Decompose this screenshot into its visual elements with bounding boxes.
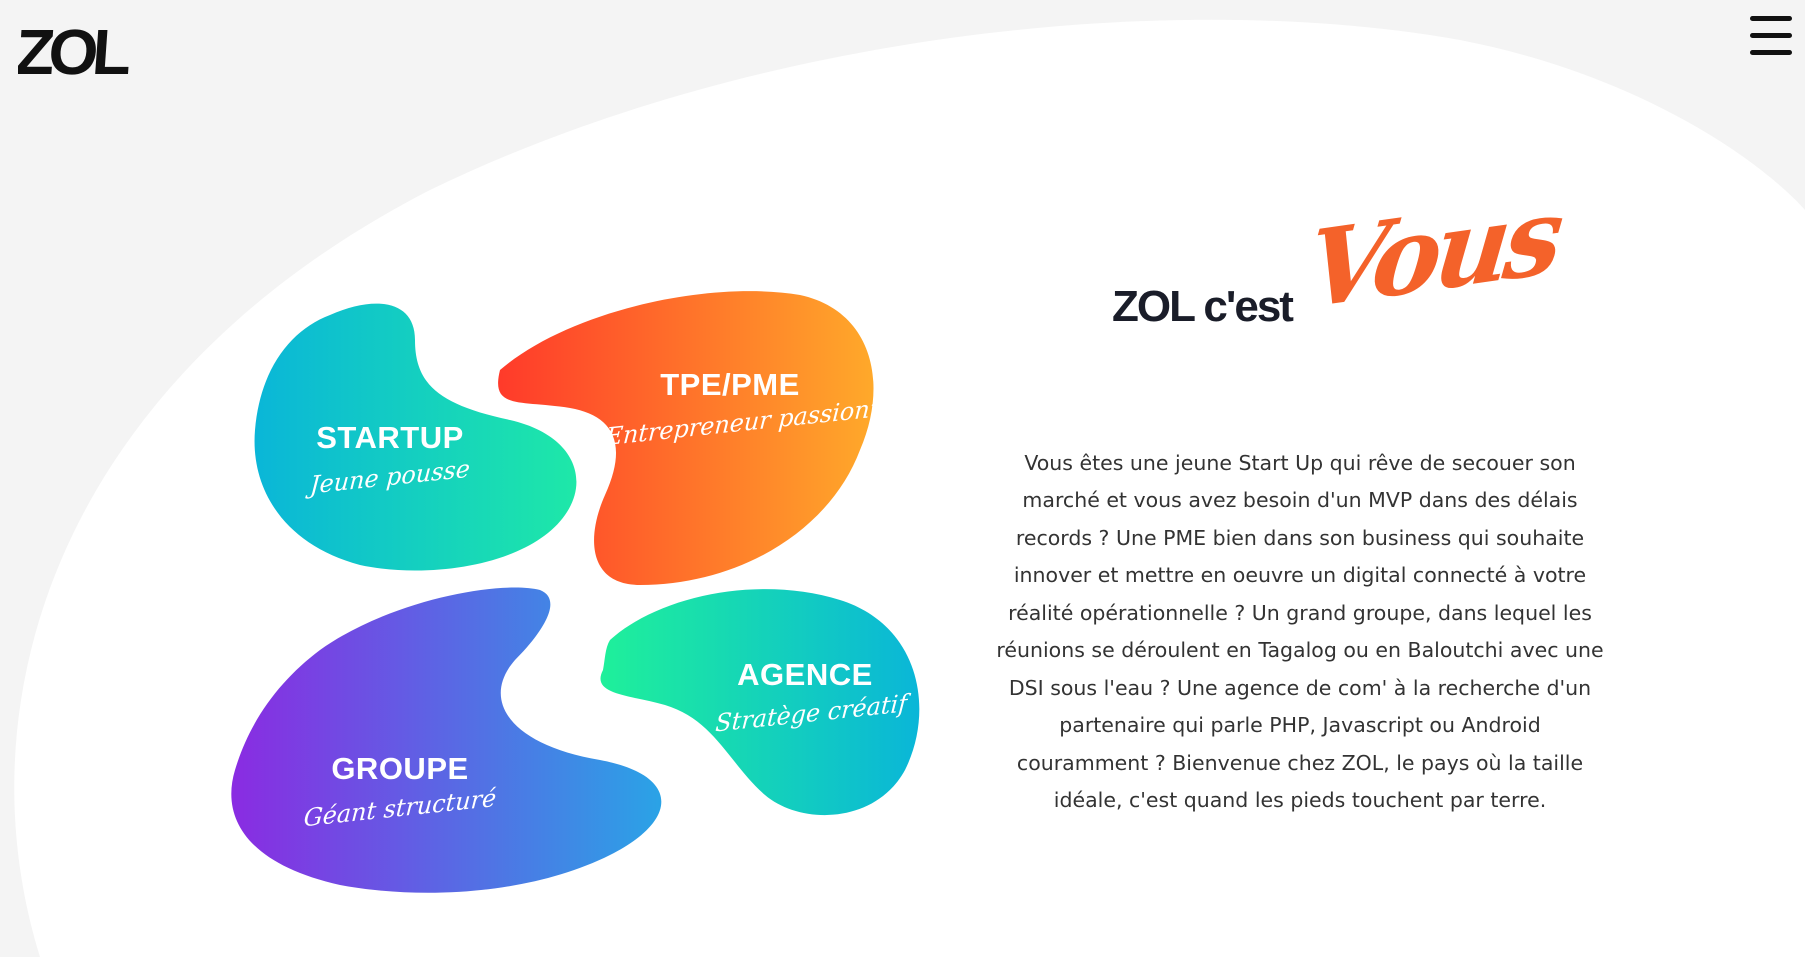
card-title: GROUPE bbox=[331, 751, 469, 786]
card-title: TPE/PME bbox=[660, 367, 800, 402]
card-startup[interactable]: STARTUP Jeune pousse bbox=[300, 420, 480, 500]
headline-text: ZOL c'est bbox=[1112, 282, 1294, 331]
intro-paragraph: Vous êtes une jeune Start Up qui rêve de… bbox=[996, 450, 1604, 813]
card-agence[interactable]: AGENCE Stratège créatif bbox=[715, 657, 908, 738]
card-title: STARTUP bbox=[316, 420, 464, 455]
headline: ZOL c'est Vous bbox=[1112, 172, 1563, 360]
card-tpe-pme[interactable]: TPE/PME Entrepreneur passionné bbox=[605, 367, 900, 451]
card-title: AGENCE bbox=[737, 657, 873, 692]
groupe-blob[interactable] bbox=[231, 587, 662, 893]
card-groupe[interactable]: GROUPE Géant structuré bbox=[300, 751, 500, 832]
